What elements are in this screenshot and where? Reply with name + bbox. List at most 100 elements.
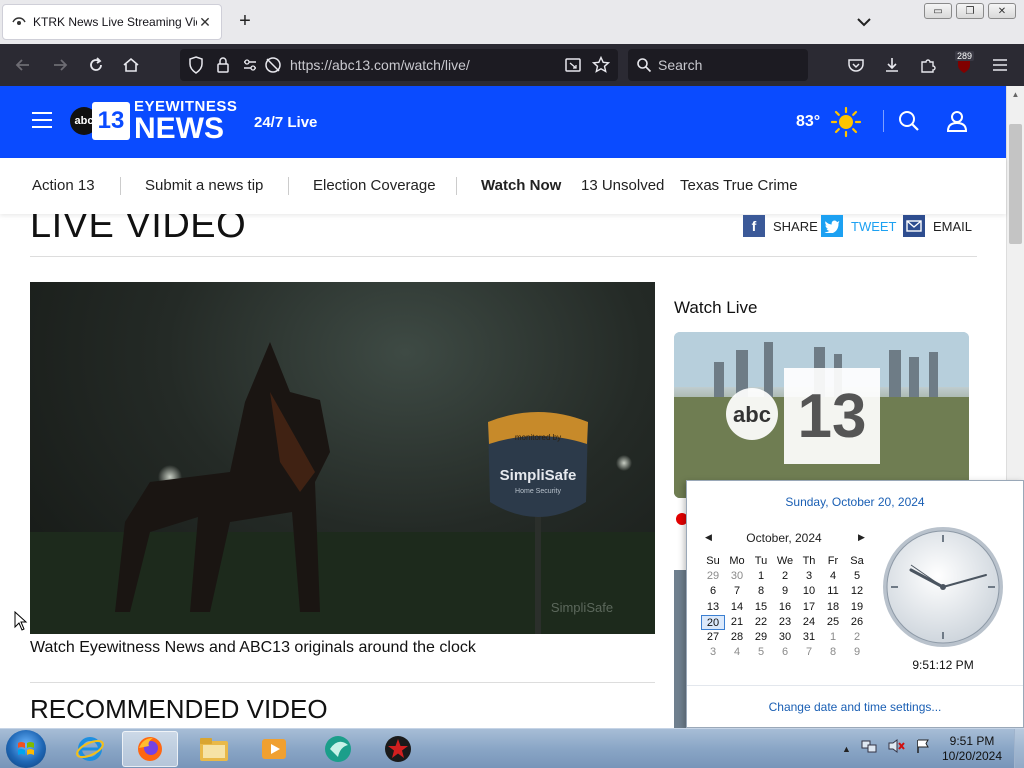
action-center-flag-icon[interactable] <box>915 738 931 759</box>
calendar-day[interactable]: 5 <box>845 569 869 584</box>
next-month-arrow-icon[interactable]: ▶ <box>858 532 865 543</box>
lock-icon[interactable] <box>216 56 230 79</box>
sunny-weather-icon[interactable] <box>830 106 862 138</box>
file-explorer-folder-icon[interactable] <box>186 731 242 767</box>
live-video-player[interactable]: monitored by SimpliSafe Home Security Si… <box>30 282 655 634</box>
tracking-shield-icon[interactable] <box>188 56 204 79</box>
calendar-day[interactable]: 26 <box>845 615 869 630</box>
new-tab-button[interactable]: + <box>234 10 256 32</box>
email-share-button[interactable]: EMAIL <box>903 215 972 237</box>
calendar-day[interactable]: 6 <box>701 584 725 599</box>
calendar-day[interactable]: 7 <box>797 645 821 660</box>
calendar-day[interactable]: 28 <box>725 630 749 645</box>
reader-picture-icon[interactable] <box>564 56 582 79</box>
extensions-puzzle-icon[interactable] <box>915 52 941 78</box>
nav-submit-news-tip[interactable]: Submit a news tip <box>145 177 263 194</box>
calendar-day[interactable]: 25 <box>821 615 845 630</box>
calendar-day[interactable]: 24 <box>797 615 821 630</box>
calendar-day[interactable]: 2 <box>773 569 797 584</box>
show-hidden-icons-arrow-icon[interactable]: ▲ <box>842 744 851 754</box>
downloads-icon[interactable] <box>879 52 905 78</box>
twitter-share-button[interactable]: TWEET <box>821 215 897 237</box>
calendar-day[interactable]: 27 <box>701 630 725 645</box>
scrollbar-thumb[interactable] <box>1009 124 1022 244</box>
firefox-taskbar-icon[interactable] <box>122 731 178 767</box>
calendar-day[interactable]: 30 <box>773 630 797 645</box>
nav-election-coverage[interactable]: Election Coverage <box>313 177 436 194</box>
calendar-day[interactable]: 31 <box>797 630 821 645</box>
calendar-day[interactable]: 14 <box>725 600 749 615</box>
reload-icon[interactable] <box>83 52 109 78</box>
network-icon[interactable] <box>861 738 877 759</box>
full-date-link[interactable]: Sunday, October 20, 2024 <box>687 495 1023 509</box>
restore-button[interactable]: ❐ <box>956 3 984 19</box>
bookmark-star-icon[interactable] <box>591 55 611 79</box>
start-button-windows-icon[interactable] <box>6 730 46 768</box>
pocket-icon[interactable] <box>843 52 869 78</box>
calendar-day[interactable]: 13 <box>701 600 725 615</box>
teal-app-icon[interactable] <box>310 731 366 767</box>
calendar-day[interactable]: 3 <box>797 569 821 584</box>
calendar-day[interactable]: 9 <box>845 645 869 660</box>
calendar-day[interactable]: 30 <box>725 569 749 584</box>
calendar-day[interactable]: 15 <box>749 600 773 615</box>
home-icon[interactable] <box>118 52 144 78</box>
permissions-icon[interactable] <box>242 57 258 78</box>
calendar-day[interactable]: 6 <box>773 645 797 660</box>
abc13-live-thumbnail[interactable]: abc 13 <box>674 332 969 498</box>
site-menu-icon[interactable] <box>32 112 52 130</box>
back-arrow-icon[interactable] <box>10 52 36 78</box>
close-tab-icon[interactable]: ✕ <box>197 14 213 31</box>
nav-action-13[interactable]: Action 13 <box>32 177 95 194</box>
change-date-time-settings-link[interactable]: Change date and time settings... <box>687 700 1023 714</box>
list-all-tabs-chevron-icon[interactable] <box>852 12 876 32</box>
nav-watch-now[interactable]: Watch Now <box>481 177 561 194</box>
calendar-day[interactable]: 17 <box>797 600 821 615</box>
calendar-day[interactable]: 7 <box>725 584 749 599</box>
calendar-day[interactable]: 29 <box>701 569 725 584</box>
volume-muted-icon[interactable] <box>887 738 905 759</box>
site-search-icon[interactable] <box>896 108 922 134</box>
taskbar-clock[interactable]: 9:51 PM 10/20/2024 <box>930 734 1014 764</box>
facebook-share-button[interactable]: f SHARE <box>743 215 818 237</box>
browser-tab-active[interactable]: KTRK News Live Streaming Vide ✕ <box>2 4 222 40</box>
hamburger-menu-icon[interactable] <box>987 52 1013 78</box>
forward-arrow-icon[interactable] <box>47 52 73 78</box>
abc13-eyewitness-news-logo[interactable]: abc 13 EYEWITNESS NEWS <box>70 98 237 144</box>
calendar-day[interactable]: 9 <box>773 584 797 599</box>
calendar-day[interactable]: 12 <box>845 584 869 599</box>
show-desktop-button[interactable] <box>1014 729 1024 768</box>
live-24-7-link[interactable]: 24/7 Live <box>254 114 317 131</box>
autoplay-blocked-icon[interactable] <box>264 56 282 79</box>
calendar-day[interactable]: 3 <box>701 645 725 660</box>
calendar-day[interactable]: 22 <box>749 615 773 630</box>
calendar-day[interactable]: 21 <box>725 615 749 630</box>
minimize-button[interactable]: ▭ <box>924 3 952 19</box>
calendar-day[interactable]: 4 <box>725 645 749 660</box>
calendar-day[interactable]: 10 <box>797 584 821 599</box>
calendar-day[interactable]: 11 <box>821 584 845 599</box>
calendar-day-today[interactable]: 20 <box>701 614 725 630</box>
calendar-day[interactable]: 23 <box>773 615 797 630</box>
nav-13-unsolved[interactable]: 13 Unsolved <box>581 177 664 194</box>
browser-search-box[interactable]: Search <box>628 49 808 81</box>
calendar-day[interactable]: 18 <box>821 600 845 615</box>
weather-temperature[interactable]: 83° <box>796 113 820 131</box>
calendar-day[interactable]: 19 <box>845 600 869 615</box>
scroll-up-arrow-icon[interactable]: ▲ <box>1007 86 1024 103</box>
internet-explorer-icon[interactable] <box>62 731 118 767</box>
close-window-button[interactable]: ✕ <box>988 3 1016 19</box>
calendar-day[interactable]: 8 <box>821 645 845 660</box>
media-player-icon[interactable] <box>246 731 302 767</box>
address-bar[interactable]: https://abc13.com/watch/live/ <box>180 49 618 81</box>
account-user-icon[interactable] <box>944 108 970 134</box>
calendar-day[interactable]: 29 <box>749 630 773 645</box>
calendar-day[interactable]: 1 <box>749 569 773 584</box>
calendar-day[interactable]: 1 <box>821 630 845 645</box>
red-star-app-icon[interactable] <box>370 731 426 767</box>
month-label[interactable]: October, 2024 <box>703 531 865 545</box>
calendar-day[interactable]: 2 <box>845 630 869 645</box>
nav-texas-true-crime[interactable]: Texas True Crime <box>680 177 798 194</box>
calendar-day[interactable]: 4 <box>821 569 845 584</box>
calendar-day[interactable]: 8 <box>749 584 773 599</box>
